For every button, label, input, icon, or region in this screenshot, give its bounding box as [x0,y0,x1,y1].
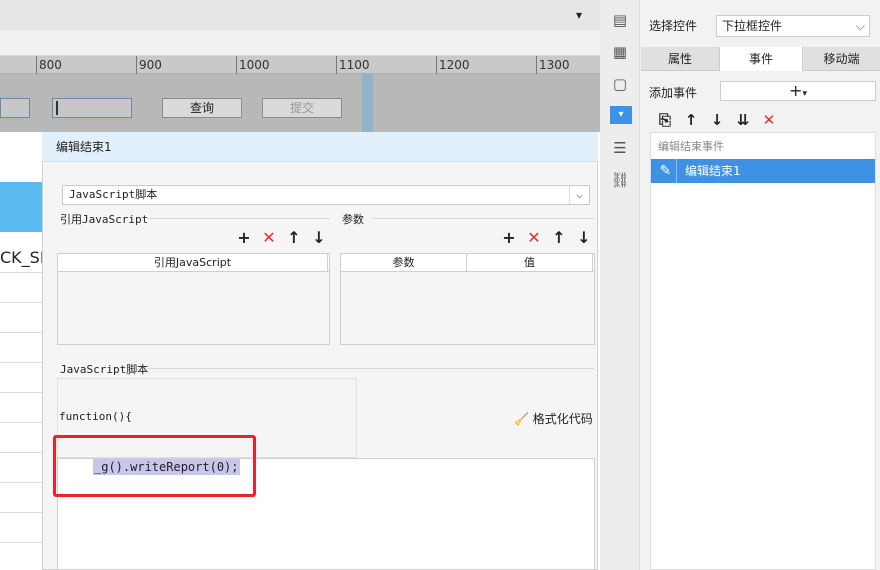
arrow-down-icon[interactable]: ↓ [575,229,593,247]
list-icon[interactable]: ☰ [610,138,630,158]
arrow-up-icon[interactable]: ↑ [682,110,700,130]
event-list-item[interactable]: ✎ 编辑结束1 [651,159,875,183]
ruler-tick: 800 [36,56,62,74]
value-column-header[interactable]: 值 [467,254,593,272]
add-icon[interactable]: + [500,229,518,247]
canvas-divider [362,74,373,132]
submit-button[interactable]: 提交 [262,98,342,118]
chevron-down-icon: ⌵ [569,186,589,204]
delete-icon[interactable]: ✕ [760,110,778,130]
script-section-label: JavaScript脚本 [60,363,149,376]
event-list-header: 编辑结束事件 [658,140,724,153]
ref-js-section-label: 引用JavaScript [60,213,149,226]
param-column-header[interactable]: 参数 [341,254,467,272]
plus-icon: + [789,81,803,100]
add-icon[interactable]: + [235,229,253,247]
script-type-select[interactable]: JavaScript脚本 ⌵ [62,185,590,205]
canvas-input[interactable] [52,98,132,118]
report-canvas: 查询 提交 [0,74,600,132]
params-table-header: 参数 值 [341,254,594,272]
ruler-tick: 1200 [436,56,470,74]
designer-top-bar: ▾ [0,0,600,30]
tab-properties[interactable]: 属性 [641,47,719,71]
format-code-button[interactable]: 🧹 格式化代码 [514,410,593,427]
tab-events[interactable]: 事件 [719,47,803,71]
ruler-tick: 1300 [536,56,570,74]
add-event-button[interactable]: +▾ [720,81,876,101]
row-divider [0,422,42,423]
row-divider [0,362,42,363]
delete-icon[interactable]: ✕ [525,229,543,247]
script-type-value: JavaScript脚本 [69,188,158,201]
select-control-label: 选择控件 [649,19,698,33]
function-header: function(){ [59,410,132,423]
move-bottom-icon[interactable]: ⇊ [734,110,752,130]
text-cursor [56,101,58,115]
left-cell-text: CK_SH [0,248,42,267]
ruler-tick: 900 [136,56,162,74]
row-divider [0,302,42,303]
row-divider [0,452,42,453]
widget-icon[interactable]: ▦ [610,42,630,62]
pencil-icon: ✎ [655,159,677,183]
copy-icon[interactable]: ⎘ [656,110,674,130]
ref-js-table[interactable]: 引用JavaScript [57,253,330,345]
collapse-icon[interactable]: ▾ [576,8,582,22]
select-control-value: 下拉框控件 [722,19,783,33]
query-button[interactable]: 查询 [162,98,242,118]
left-header-cell [0,182,42,232]
row-divider [0,392,42,393]
row-divider [0,272,42,273]
ruler-tick: 1000 [236,56,270,74]
row-divider [0,542,42,543]
arrow-down-icon[interactable]: ↓ [310,229,328,247]
frame-icon[interactable]: ▢ [610,74,630,94]
layout-icon[interactable]: ▤ [610,10,630,30]
designer-toolbar [0,30,600,56]
delete-icon[interactable]: ✕ [260,229,278,247]
section-divider [148,218,330,219]
format-code-label: 格式化代码 [532,412,593,426]
chevron-down-icon: ⌵ [855,19,865,33]
row-divider [0,482,42,483]
event-item-label: 编辑结束1 [685,164,741,178]
section-divider [372,218,594,219]
add-event-label: 添加事件 [649,86,698,100]
highlight-annotation [53,435,256,497]
dialog-title: 编辑结束1 [42,132,598,162]
panel-tabs: 属性 事件 移动端 [641,47,880,71]
arrow-down-icon[interactable]: ↓ [708,110,726,130]
params-table[interactable]: 参数 值 [340,253,595,345]
arrow-up-icon[interactable]: ↑ [550,229,568,247]
ruler-tick: 1100 [336,56,370,74]
canvas-input[interactable] [0,98,30,118]
ref-js-table-header: 引用JavaScript [58,254,329,272]
brush-icon: 🧹 [514,412,529,426]
row-divider [0,512,42,513]
link-icon[interactable]: ⛓ [610,170,630,190]
section-divider [148,368,594,369]
params-section-label: 参数 [342,213,364,226]
select-control-dropdown[interactable]: 下拉框控件 ⌵ [716,15,870,37]
caret-down-icon: ▾ [802,89,807,99]
event-toolbar: ⎘ ↑ ↓ ⇊ ✕ [650,108,876,132]
row-divider [0,332,42,333]
dropdown-widget-icon[interactable]: ▾ [610,106,632,124]
ref-js-column-header[interactable]: 引用JavaScript [58,254,328,272]
tab-mobile[interactable]: 移动端 [803,47,880,71]
event-list [650,132,876,570]
arrow-up-icon[interactable]: ↑ [285,229,303,247]
ruler: 800 900 1000 1100 1200 1300 [0,56,600,74]
